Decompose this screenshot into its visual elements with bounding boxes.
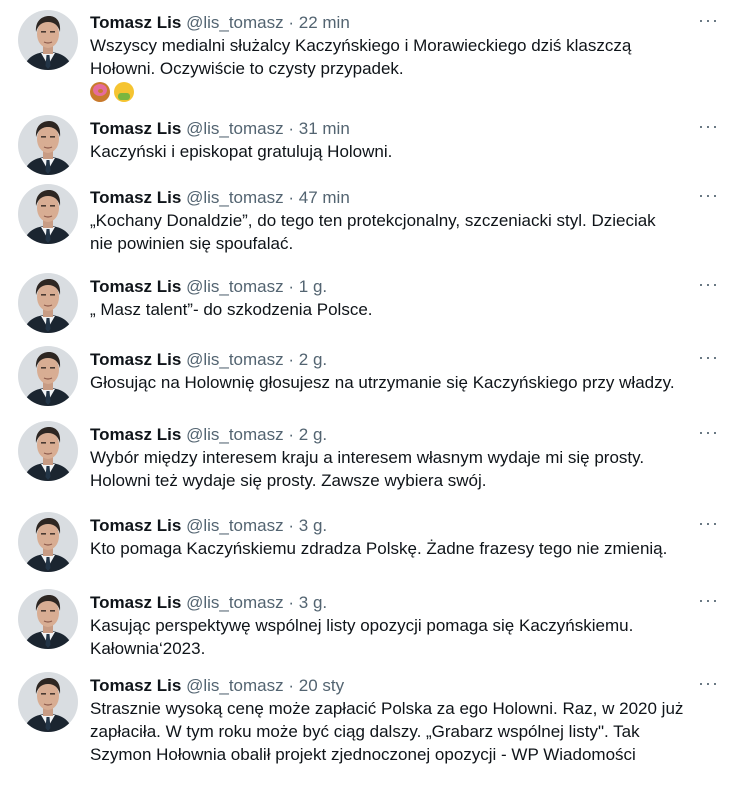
tweet-text: Strasznie wysoką cenę może zapłacić Pols… [90,697,730,766]
tweet-text-line: Wszyscy medialni służalcy Kaczyńskiego i… [90,36,632,55]
separator-dot: · [288,277,295,296]
tweet-timestamp[interactable]: 3 g. [299,516,327,535]
tweet-text-line: Wybór między interesem kraju a interesem… [90,448,645,467]
author-handle[interactable]: @lis_tomasz [186,13,284,32]
avatar[interactable] [18,512,78,572]
separator-dot: · [288,676,295,695]
separator-dot: · [288,188,295,207]
author-handle[interactable]: @lis_tomasz [186,516,284,535]
tweet-text-line: Hołowni. Oczywiście to czysty przypadek. [90,59,404,78]
tweet-text-line: zapłaciła. W tym roku może być ciąg dals… [90,722,640,741]
tweet-header: Tomasz Lis @lis_tomasz · 22 min [90,12,350,34]
tweet-text-line: Kto pomaga Kaczyńskiemu zdradza Polskę. … [90,539,668,558]
tweet-text-line: Kaczyński i episkopat gratulują Holowni. [90,142,393,161]
more-options-icon[interactable]: ··· [698,186,719,204]
author-name[interactable]: Tomasz Lis [90,277,181,296]
tweet-header: Tomasz Lis @lis_tomasz · 2 g. [90,349,327,371]
separator-dot: · [288,425,295,444]
avatar[interactable] [18,184,78,244]
tweet-text-line: „ Masz talent”- do szkodzenia Polsce. [90,300,373,319]
tweet-timestamp[interactable]: 2 g. [299,350,327,369]
more-options-icon[interactable]: ··· [698,11,719,29]
tweet-text: Głosując na Holownię głosujesz na utrzym… [90,371,730,394]
tweet-timestamp[interactable]: 22 min [299,13,350,32]
tweet-header: Tomasz Lis @lis_tomasz · 20 sty [90,675,344,697]
author-name[interactable]: Tomasz Lis [90,425,181,444]
tweet-timestamp[interactable]: 3 g. [299,593,327,612]
author-handle[interactable]: @lis_tomasz [186,188,284,207]
tweet-header: Tomasz Lis @lis_tomasz · 2 g. [90,424,327,446]
tweet-text: Kto pomaga Kaczyńskiemu zdradza Polskę. … [90,537,730,560]
tweet-text-line: Holowni też wydaje się prosty. Zawsze wy… [90,471,487,490]
author-name[interactable]: Tomasz Lis [90,13,181,32]
tweet-text-line: nie powinien się spoufalać. [90,234,294,253]
author-name[interactable]: Tomasz Lis [90,593,181,612]
separator-dot: · [288,119,295,138]
tweet-header: Tomasz Lis @lis_tomasz · 3 g. [90,592,327,614]
tweet-text: Kasując perspektywę wspólnej listy opozy… [90,614,730,660]
tweet-text: Wybór między interesem kraju a interesem… [90,446,730,492]
author-handle[interactable]: @lis_tomasz [186,676,284,695]
more-options-icon[interactable]: ··· [698,117,719,135]
tweet-timestamp[interactable]: 31 min [299,119,350,138]
author-handle[interactable]: @lis_tomasz [186,593,284,612]
tweet-timestamp[interactable]: 47 min [299,188,350,207]
tweet-timestamp[interactable]: 20 sty [299,676,344,695]
tweet-timestamp[interactable]: 1 g. [299,277,327,296]
separator-dot: · [288,593,295,612]
tweet-text-line: Kasując perspektywę wspólnej listy opozy… [90,616,634,635]
tweet-header: Tomasz Lis @lis_tomasz · 31 min [90,118,350,140]
separator-dot: · [288,350,295,369]
avatar[interactable] [18,346,78,406]
avatar[interactable] [18,421,78,481]
tweet-text: „ Masz talent”- do szkodzenia Polsce. [90,298,730,321]
more-options-icon[interactable]: ··· [698,423,719,441]
tweet-header: Tomasz Lis @lis_tomasz · 3 g. [90,515,327,537]
more-options-icon[interactable]: ··· [698,591,719,609]
more-options-icon[interactable]: ··· [698,514,719,532]
avatar[interactable] [18,589,78,649]
avatar[interactable] [18,672,78,732]
doughnut-emoji [90,82,110,102]
separator-dot: · [288,13,295,32]
author-name[interactable]: Tomasz Lis [90,516,181,535]
tweet-text-line: Strasznie wysoką cenę może zapłacić Pols… [90,699,684,718]
nauseated-face-emoji [114,82,134,102]
more-options-icon[interactable]: ··· [698,674,719,692]
more-options-icon[interactable]: ··· [698,275,719,293]
author-handle[interactable]: @lis_tomasz [186,277,284,296]
tweet-text-line: Szymon Hołownia obalił projekt zjednoczo… [90,745,636,764]
tweet-text-line: Głosując na Holownię głosujesz na utrzym… [90,373,675,392]
tweet-header: Tomasz Lis @lis_tomasz · 1 g. [90,276,327,298]
author-name[interactable]: Tomasz Lis [90,350,181,369]
tweet-text-line: „Kochany Donaldzie”, do tego ten protekc… [90,211,656,230]
tweet-text: „Kochany Donaldzie”, do tego ten protekc… [90,209,730,255]
tweet-timestamp[interactable]: 2 g. [299,425,327,444]
separator-dot: · [288,516,295,535]
author-handle[interactable]: @lis_tomasz [186,350,284,369]
more-options-icon[interactable]: ··· [698,348,719,366]
author-name[interactable]: Tomasz Lis [90,188,181,207]
author-handle[interactable]: @lis_tomasz [186,119,284,138]
tweet-text: Wszyscy medialni służalcy Kaczyńskiego i… [90,34,730,80]
tweet-text: Kaczyński i episkopat gratulują Holowni. [90,140,730,163]
tweet-header: Tomasz Lis @lis_tomasz · 47 min [90,187,350,209]
avatar[interactable] [18,10,78,70]
emoji-row [90,82,134,102]
author-name[interactable]: Tomasz Lis [90,676,181,695]
author-name[interactable]: Tomasz Lis [90,119,181,138]
tweet-text-line: Kałownia‘2023. [90,639,206,658]
avatar[interactable] [18,273,78,333]
avatar[interactable] [18,115,78,175]
author-handle[interactable]: @lis_tomasz [186,425,284,444]
